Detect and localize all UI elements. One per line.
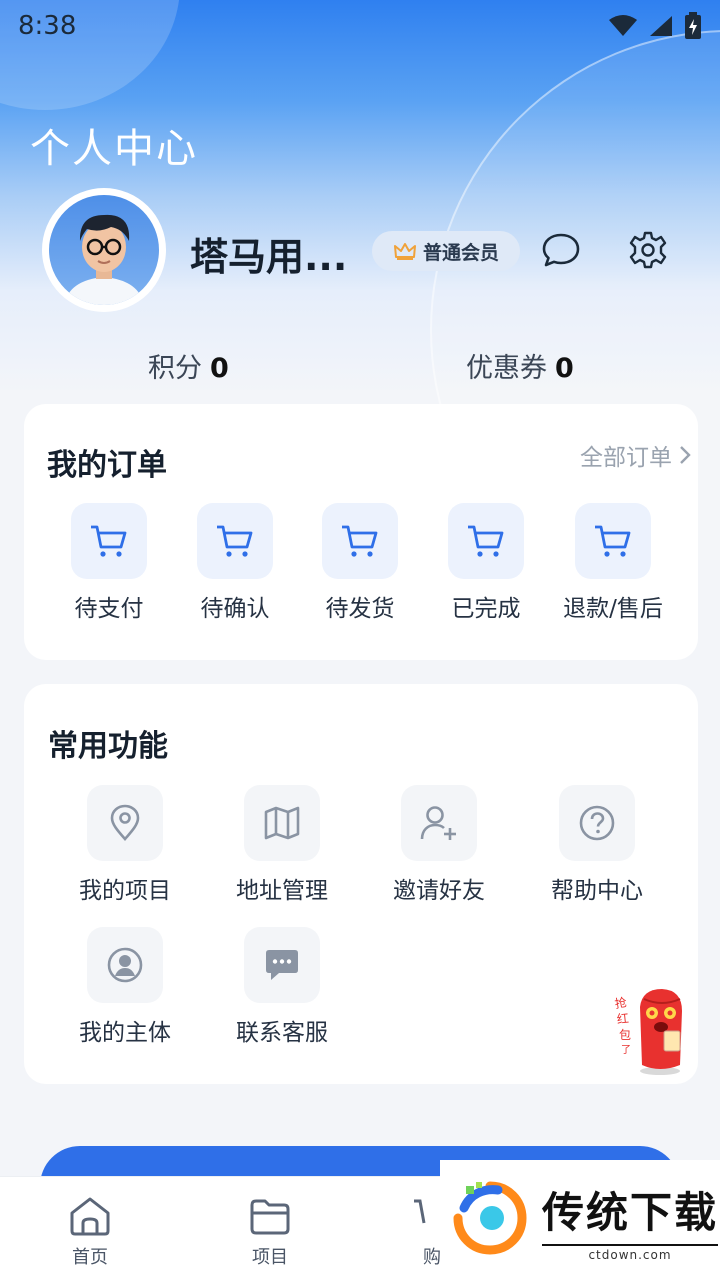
watermark-brand: 传统下载: [542, 1187, 719, 1237]
chevron-right-icon: [680, 446, 691, 464]
help-icon: [579, 805, 615, 841]
cart-icon: [91, 525, 127, 557]
member-badge-label: 普通会员: [422, 241, 499, 264]
order-label: 待支付: [74, 596, 144, 622]
func-my-entity[interactable]: 我的主体: [47, 927, 203, 1047]
func-label: 我的项目: [79, 878, 171, 904]
func-support[interactable]: 联系客服: [204, 927, 360, 1047]
order-label: 待确认: [200, 596, 270, 622]
order-pending-confirm[interactable]: 待确认: [180, 503, 290, 623]
svg-text:抢: 抢: [613, 994, 627, 1011]
red-packet-mascot[interactable]: 抢 红 包 了: [612, 985, 692, 1077]
coupons-value: 0: [555, 353, 574, 384]
settings-gear-icon[interactable]: [628, 230, 668, 270]
order-refund[interactable]: 退款/售后: [557, 503, 669, 623]
add-user-icon: [420, 806, 456, 840]
message-icon[interactable]: [541, 230, 581, 270]
map-icon: [264, 806, 300, 840]
tab-label: 项目: [252, 1247, 288, 1268]
order-label: 退款/售后: [563, 596, 663, 622]
func-help[interactable]: 帮助中心: [519, 785, 675, 905]
svg-text:包: 包: [619, 1028, 631, 1042]
watermark: 传统下载 ctdown.com: [440, 1160, 720, 1280]
cart-icon: [595, 525, 631, 557]
watermark-domain: ctdown.com: [588, 1247, 672, 1262]
user-circle-icon: [107, 947, 143, 983]
home-icon: [70, 1197, 110, 1236]
all-orders-label: 全部订单: [580, 445, 672, 471]
tab-home[interactable]: 首页: [40, 1195, 140, 1269]
func-label: 联系客服: [236, 1020, 328, 1046]
username: 塔马用...: [190, 235, 348, 279]
orders-title: 我的订单: [47, 448, 167, 483]
location-pin-icon: [110, 804, 140, 841]
order-pending-ship[interactable]: 待发货: [305, 503, 415, 623]
status-bar: 8:38: [0, 0, 720, 52]
status-time: 8:38: [18, 11, 77, 41]
coupons-label: 优惠券: [466, 353, 547, 384]
func-label: 邀请好友: [393, 878, 485, 904]
wifi-icon: [609, 15, 637, 36]
cart-icon: [468, 525, 504, 557]
cart-icon: [217, 525, 253, 557]
order-completed[interactable]: 已完成: [431, 503, 541, 623]
signal-icon: [650, 16, 672, 36]
all-orders-link[interactable]: 全部订单: [580, 438, 692, 472]
func-address[interactable]: 地址管理: [204, 785, 360, 905]
order-pending-payment[interactable]: 待支付: [54, 503, 164, 623]
func-invite[interactable]: 邀请好友: [361, 785, 517, 905]
coupons-stat[interactable]: 优惠券 0: [466, 346, 574, 385]
watermark-logo: [453, 1181, 527, 1255]
func-label: 我的主体: [79, 1020, 171, 1046]
func-label: 帮助中心: [551, 878, 643, 904]
points-label: 积分: [148, 353, 202, 384]
functions-title: 常用功能: [48, 729, 168, 764]
avatar[interactable]: [42, 188, 166, 312]
points-stat[interactable]: 积分 0: [148, 346, 229, 385]
avatar-image: [64, 214, 144, 305]
cart-icon: [342, 525, 378, 557]
battery-icon: [685, 12, 701, 39]
member-badge[interactable]: 普通会员: [372, 231, 520, 271]
points-value: 0: [210, 353, 229, 384]
order-label: 已完成: [451, 596, 521, 622]
tab-projects[interactable]: 项目: [220, 1195, 320, 1269]
order-label: 待发货: [325, 596, 395, 622]
tab-label: 首页: [72, 1247, 108, 1268]
crown-icon: [393, 243, 416, 260]
page-title: 个人中心: [30, 126, 198, 172]
folder-icon: [250, 1199, 290, 1235]
func-label: 地址管理: [236, 878, 328, 904]
func-my-projects[interactable]: 我的项目: [47, 785, 203, 905]
svg-text:红: 红: [616, 1010, 630, 1026]
chat-bubble-icon: [266, 950, 298, 980]
svg-text:了: 了: [621, 1044, 631, 1056]
